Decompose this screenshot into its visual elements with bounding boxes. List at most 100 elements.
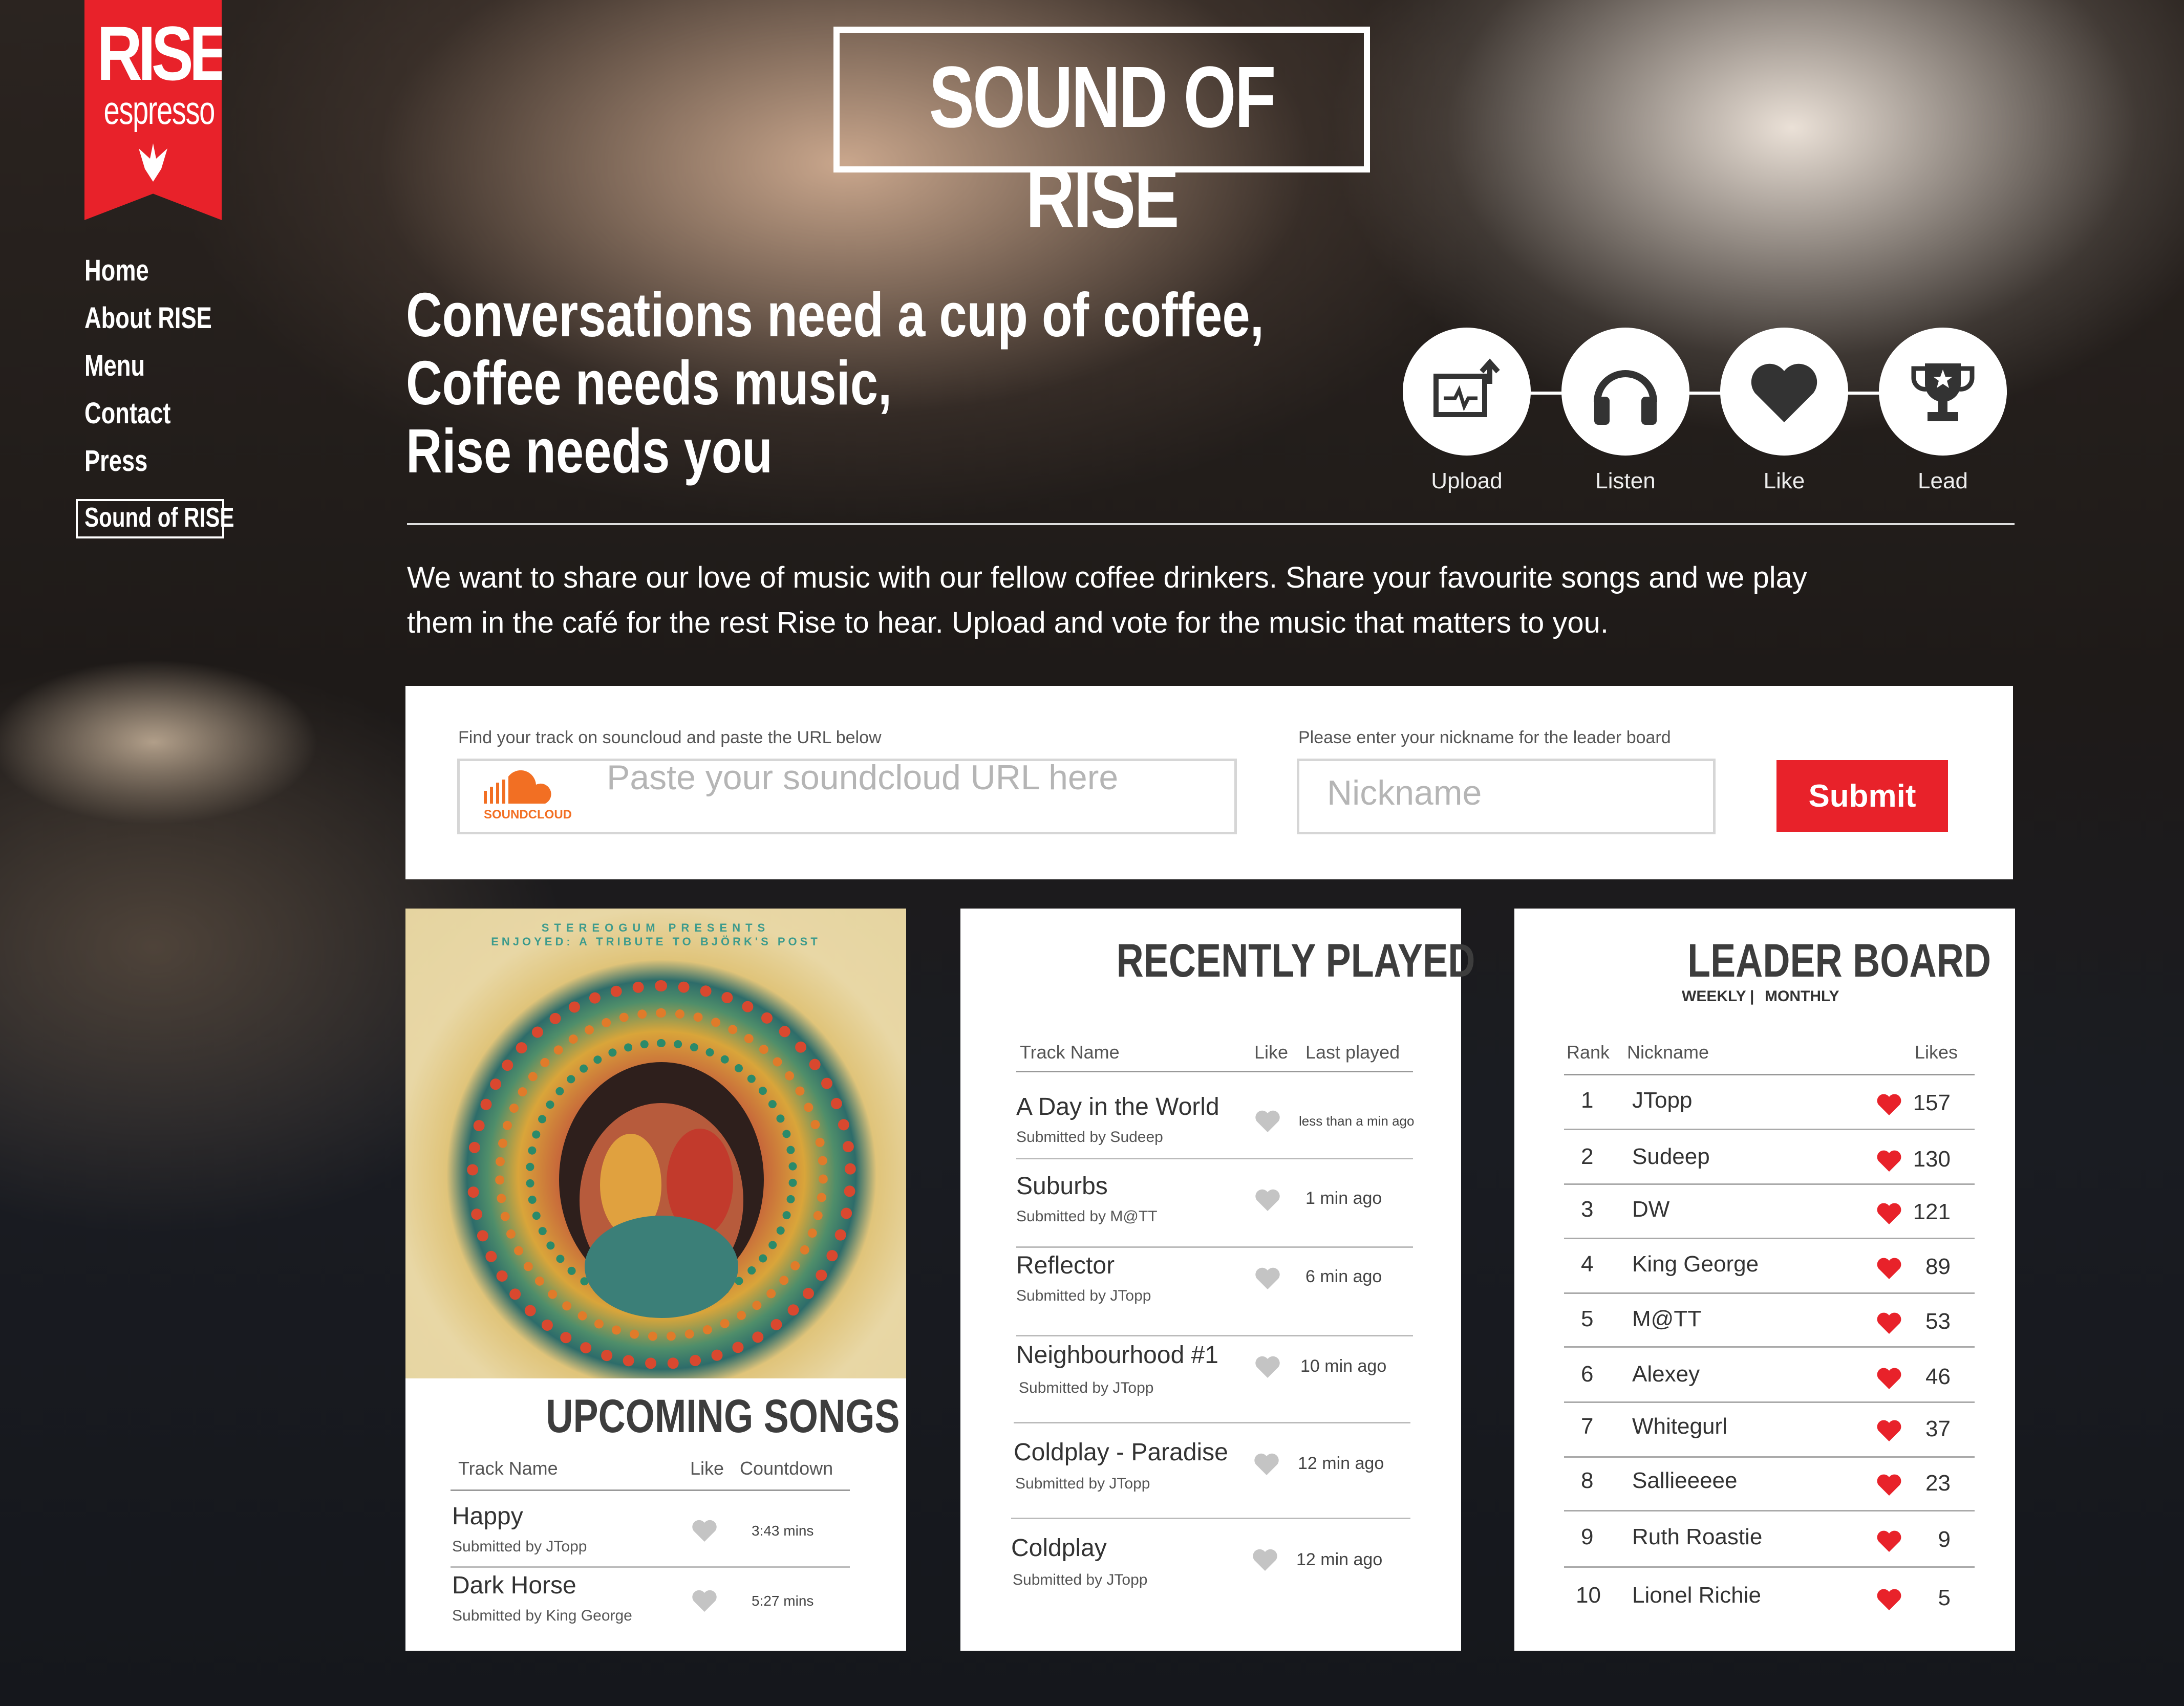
step-like[interactable]	[1720, 328, 1848, 456]
lb-rank: 9	[1581, 1524, 1594, 1549]
like-heart-icon[interactable]	[1876, 1203, 1902, 1225]
recent-header-rule	[1016, 1071, 1413, 1072]
recent-header-track: Track Name	[1020, 1042, 1120, 1063]
lb-likes: 130	[1913, 1147, 1951, 1172]
url-placeholder: Paste your soundcloud URL here	[607, 758, 1119, 797]
lb-header-nickname: Nickname	[1627, 1042, 1709, 1063]
recent-submitted-4: Submitted by JTopp	[1019, 1379, 1154, 1396]
upcoming-header-track: Track Name	[458, 1458, 558, 1479]
recent-header-like: Like	[1254, 1042, 1289, 1063]
submit-button[interactable]: Submit	[1776, 760, 1948, 832]
like-heart-icon[interactable]	[1876, 1530, 1902, 1553]
upcoming-header-countdown: Countdown	[740, 1458, 833, 1479]
recent-time-1: less than a min ago	[1299, 1113, 1415, 1129]
like-heart-icon[interactable]	[1253, 1453, 1280, 1476]
upload-icon	[1433, 358, 1500, 417]
lb-rank: 8	[1581, 1468, 1594, 1493]
upcoming-track-2: Dark Horse	[452, 1572, 576, 1599]
upcoming-submitted-1: Submitted by JTopp	[452, 1538, 587, 1555]
like-heart-icon[interactable]	[1876, 1589, 1902, 1611]
step-label-upload: Upload	[1431, 468, 1503, 493]
recent-submitted-5: Submitted by JTopp	[1015, 1475, 1150, 1492]
recent-submitted-1: Submitted by Sudeep	[1016, 1129, 1163, 1146]
step-listen[interactable]	[1561, 328, 1689, 456]
step-upload[interactable]	[1403, 328, 1531, 456]
lb-rank: 6	[1581, 1362, 1594, 1387]
intro-line-1: We want to share our love of music with …	[407, 561, 1807, 594]
page-title: SOUND OF RISE	[929, 49, 1276, 246]
recent-submitted-6: Submitted by JTopp	[1013, 1571, 1148, 1588]
row-divider	[1564, 1183, 1975, 1185]
nav-sound-of-rise[interactable]: Sound of RISE	[84, 502, 234, 533]
recent-time-6: 12 min ago	[1296, 1550, 1383, 1569]
upcoming-header-like: Like	[690, 1458, 724, 1479]
like-heart-icon[interactable]	[1876, 1474, 1902, 1497]
soundcloud-icon	[484, 770, 551, 804]
row-divider	[1016, 1335, 1413, 1336]
lb-rank: 7	[1581, 1414, 1594, 1439]
row-divider	[1564, 1401, 1975, 1403]
row-divider	[1016, 1246, 1413, 1248]
row-divider	[1564, 1456, 1975, 1458]
like-heart-icon[interactable]	[1254, 1189, 1281, 1212]
row-divider	[1564, 1292, 1975, 1294]
tab-monthly[interactable]: MONTHLY	[1765, 988, 1839, 1005]
lb-nickname: M@TT	[1632, 1306, 1702, 1331]
like-heart-icon[interactable]	[691, 1589, 718, 1613]
intro-line-2: them in the café for the rest Rise to he…	[407, 606, 1609, 639]
tab-weekly[interactable]: WEEKLY	[1682, 988, 1746, 1005]
like-heart-icon[interactable]	[1876, 1368, 1902, 1390]
lb-rank: 3	[1581, 1197, 1594, 1222]
recent-track-4: Neighbourhood #1	[1016, 1342, 1218, 1369]
like-heart-icon[interactable]	[1254, 1110, 1281, 1133]
upcoming-countdown-2: 5:27 mins	[752, 1593, 814, 1609]
lb-likes: 46	[1925, 1364, 1951, 1389]
row-divider	[1564, 1129, 1975, 1130]
recent-track-6: Coldplay	[1011, 1535, 1107, 1562]
headline-line-1: Conversations need a cup of coffee,	[406, 280, 1264, 350]
like-heart-icon[interactable]	[1876, 1258, 1902, 1280]
lb-likes: 157	[1913, 1090, 1951, 1115]
row-divider	[1564, 1346, 1975, 1348]
like-heart-icon[interactable]	[1254, 1267, 1281, 1290]
lb-rank: 1	[1581, 1088, 1594, 1113]
step-label-lead: Lead	[1918, 468, 1968, 493]
upcoming-track-1: Happy	[452, 1503, 523, 1530]
row-divider	[1016, 1158, 1413, 1159]
intro-text: We want to share our love of music with …	[407, 555, 2020, 645]
like-heart-icon[interactable]	[1876, 1312, 1902, 1335]
lb-nickname: DW	[1632, 1197, 1670, 1222]
headline-line-2: Coffee needs music,	[406, 348, 892, 418]
headphones-icon	[1594, 370, 1657, 425]
like-heart-icon[interactable]	[1876, 1094, 1902, 1116]
nav-home[interactable]: Home	[84, 253, 149, 288]
recent-track-2: Suburbs	[1016, 1173, 1108, 1200]
lb-nickname: Ruth Roastie	[1632, 1524, 1763, 1549]
nav-contact[interactable]: Contact	[84, 396, 170, 430]
lb-likes: 53	[1925, 1309, 1951, 1334]
nav-press[interactable]: Press	[84, 444, 147, 478]
like-heart-icon[interactable]	[1254, 1355, 1281, 1379]
recent-submitted-2: Submitted by M@TT	[1016, 1208, 1158, 1225]
lb-header-rule	[1564, 1074, 1975, 1075]
row-divider	[1564, 1510, 1975, 1511]
rise-logo[interactable]: RISE espresso	[84, 0, 222, 220]
nav-menu[interactable]: Menu	[84, 349, 145, 383]
nickname-placeholder: Nickname	[1327, 773, 1482, 812]
like-heart-icon[interactable]	[1252, 1548, 1278, 1572]
like-heart-icon[interactable]	[1876, 1150, 1902, 1173]
lb-nickname: Sallieeeee	[1632, 1468, 1738, 1493]
lb-nickname: King George	[1632, 1251, 1759, 1277]
step-lead[interactable]	[1879, 328, 2007, 456]
like-heart-icon[interactable]	[1876, 1420, 1902, 1442]
row-divider	[1014, 1422, 1410, 1423]
heart-icon	[1751, 363, 1817, 422]
lb-header-likes: Likes	[1915, 1042, 1958, 1063]
upcoming-title: UPCOMING SONGS	[546, 1390, 900, 1442]
like-heart-icon[interactable]	[691, 1519, 718, 1543]
lb-nickname: JTopp	[1632, 1088, 1693, 1113]
lb-nickname: Lionel Richie	[1632, 1583, 1761, 1608]
row-divider	[1011, 1518, 1410, 1519]
lb-likes: 89	[1925, 1254, 1951, 1279]
nav-about[interactable]: About RISE	[84, 301, 212, 335]
